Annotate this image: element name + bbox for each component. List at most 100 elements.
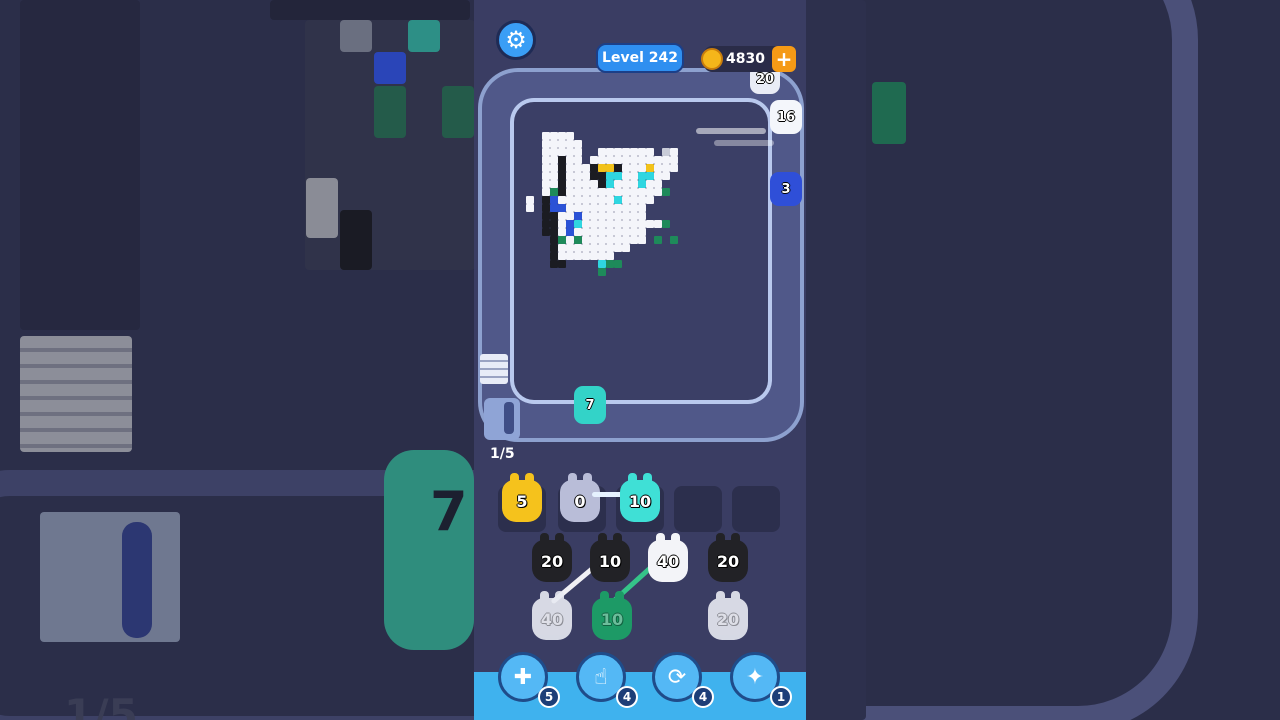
board-pixel (590, 228, 598, 236)
board-pixel (582, 244, 590, 252)
board-pixel (566, 228, 574, 236)
board-pixel (622, 164, 630, 172)
coin-icon (701, 48, 723, 70)
board-pixel (550, 204, 558, 212)
magic-icon: ✦ (745, 664, 765, 690)
board-pixel (654, 220, 662, 228)
board-pixel (574, 252, 582, 260)
board-pixel (542, 204, 550, 212)
booster-count: 4 (692, 686, 714, 708)
unit-value: 5 (516, 491, 528, 511)
grid-unit[interactable]: 40 (532, 591, 572, 640)
board-pixel (606, 196, 614, 204)
board-pixel (558, 220, 566, 228)
board-pixel (566, 164, 574, 172)
board-pixel (622, 244, 630, 252)
board-pixel (622, 220, 630, 228)
board-pixel (662, 156, 670, 164)
board-pixel (646, 156, 654, 164)
board-pixel (606, 180, 614, 188)
game-screen: 20 16 3 7 ⚙ Level 242 4830 + 1/5 5 0 10 … (474, 0, 806, 720)
board-pixel (558, 164, 566, 172)
board-pixel (630, 212, 638, 220)
booster-count: 4 (616, 686, 638, 708)
grid-unit[interactable]: 20 (708, 591, 748, 640)
board-pixel (590, 212, 598, 220)
board-pixel (654, 188, 662, 196)
board-pixel (566, 204, 574, 212)
grid-unit[interactable]: 20 (532, 533, 572, 582)
board-pixel (550, 132, 558, 140)
board-pixel (566, 156, 574, 164)
grid-unit[interactable]: 10 (590, 533, 630, 582)
board-pixel (574, 204, 582, 212)
board-pixel (598, 172, 606, 180)
board-pixel (598, 212, 606, 220)
conveyor-shooter[interactable]: 3 (770, 172, 802, 206)
board-pixel (574, 220, 582, 228)
board-pixel (542, 172, 550, 180)
board-pixel (606, 204, 614, 212)
board-pixel (606, 260, 614, 268)
board-pixel (558, 260, 566, 268)
board-pixel (622, 156, 630, 164)
board-pixel (654, 236, 662, 244)
grid-unit[interactable]: 10 (592, 591, 632, 640)
board-pixel (646, 180, 654, 188)
grid-unit[interactable]: 20 (708, 533, 748, 582)
unit-value: 10 (598, 551, 622, 571)
add-coins-button[interactable]: + (772, 46, 796, 72)
board-pixel (590, 220, 598, 228)
board-pixel (598, 252, 606, 260)
settings-button[interactable]: ⚙ (496, 20, 536, 60)
board-pixel (598, 156, 606, 164)
board-pixel (622, 188, 630, 196)
grid-unit[interactable]: 40 (648, 533, 688, 582)
unit-value: 20 (540, 551, 564, 571)
pixel-board (514, 102, 768, 400)
board-pixel (558, 204, 566, 212)
board-pixel (574, 140, 582, 148)
holding-slot[interactable] (732, 486, 780, 532)
board-pixel (558, 188, 566, 196)
background-unit-value: 7 (430, 480, 468, 543)
board-pixel (558, 228, 566, 236)
board-pixel (614, 260, 622, 268)
board-pixel (598, 220, 606, 228)
board-pixel (646, 164, 654, 172)
board-pixel (638, 180, 646, 188)
board-pixel (646, 188, 654, 196)
slot-unit[interactable]: 5 (502, 473, 542, 522)
board-pixel (598, 180, 606, 188)
board-pixel (606, 148, 614, 156)
board-pixel (638, 156, 646, 164)
board-pixel (614, 172, 622, 180)
board-pixel (550, 180, 558, 188)
conveyor-shooter[interactable]: 7 (574, 386, 606, 424)
board-pixel (630, 188, 638, 196)
board-pixel (550, 244, 558, 252)
conveyor-shooter[interactable]: 16 (770, 100, 802, 134)
board-pixel (606, 220, 614, 228)
holding-slot[interactable] (674, 486, 722, 532)
board-pixel (566, 236, 574, 244)
board-pixel (654, 180, 662, 188)
board-pixel (542, 164, 550, 172)
board-pixel (566, 140, 574, 148)
board-pixel (574, 228, 582, 236)
slot-unit[interactable]: 10 (620, 473, 660, 522)
dispenser-slot (504, 402, 514, 434)
board-pixel (558, 132, 566, 140)
board-pixel (550, 260, 558, 268)
board-pixel (598, 196, 606, 204)
background-right (806, 0, 1280, 720)
board-pixel (638, 188, 646, 196)
board-pixel (550, 164, 558, 172)
slot-unit[interactable]: 0 (560, 473, 600, 522)
board-pixel (550, 212, 558, 220)
shooter-value: 7 (585, 397, 595, 413)
board-pixel (614, 212, 622, 220)
board-pixel (558, 252, 566, 260)
board-pixel (550, 236, 558, 244)
board-pixel (614, 196, 622, 204)
